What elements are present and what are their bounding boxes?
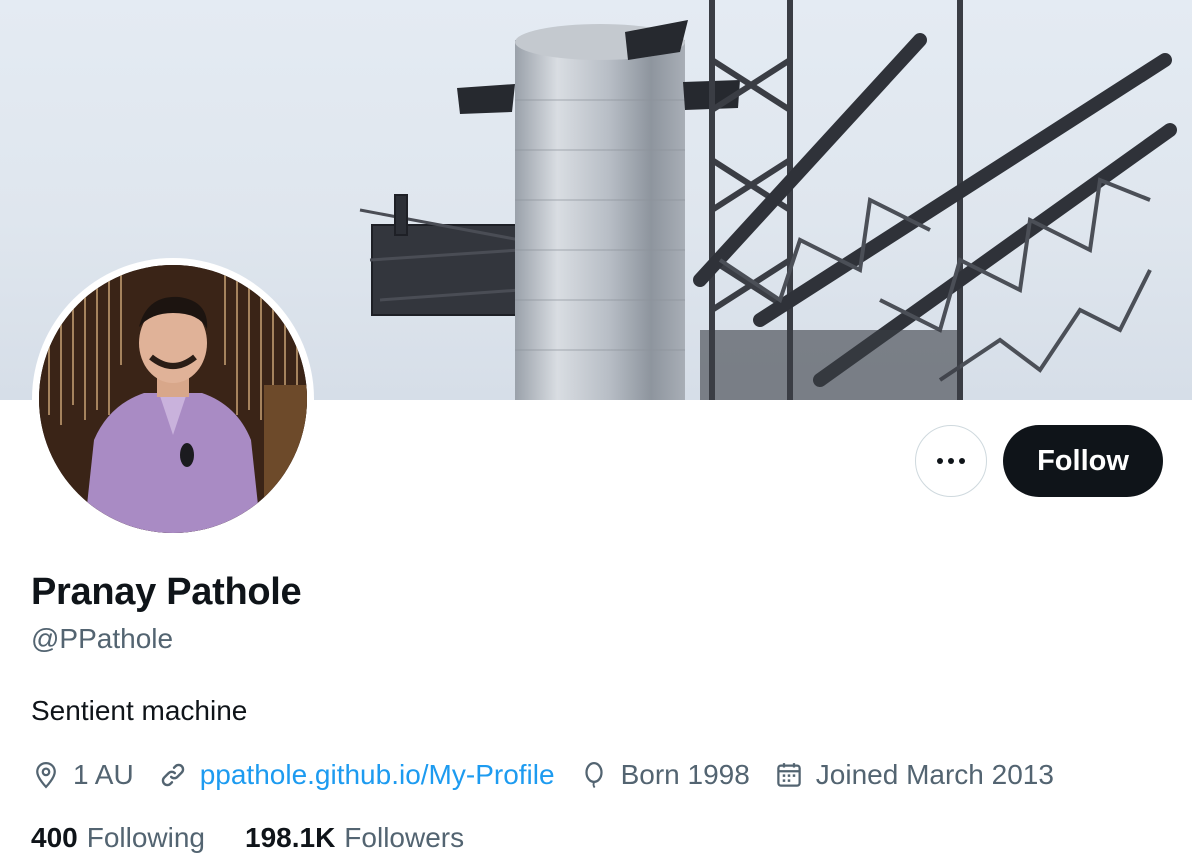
profile-stats-row: 400 Following 198.1K Followers bbox=[31, 820, 504, 856]
birthday-item: Born 1998 bbox=[579, 759, 750, 791]
followers-label: Followers bbox=[344, 822, 465, 853]
avatar-photo bbox=[39, 265, 307, 533]
location-text: 1 AU bbox=[73, 759, 134, 790]
following-label: Following bbox=[86, 822, 205, 853]
profile-meta-row: 1 AU ppathole.github.io/My-Profile Born … bbox=[31, 756, 1078, 794]
following-count: 400 bbox=[31, 822, 78, 853]
profile-avatar[interactable] bbox=[32, 258, 314, 540]
follow-button[interactable]: Follow bbox=[1003, 425, 1163, 497]
calendar-icon bbox=[777, 763, 801, 787]
display-name: Pranay Pathole bbox=[31, 571, 302, 613]
more-horizontal-icon bbox=[935, 458, 968, 464]
balloon-icon bbox=[584, 762, 603, 789]
location-pin-icon bbox=[36, 761, 56, 789]
website-link[interactable]: ppathole.github.io/My-Profile bbox=[200, 759, 555, 791]
joined-item: Joined March 2013 bbox=[774, 759, 1054, 791]
more-options-button[interactable] bbox=[915, 425, 987, 497]
joined-text: Joined March 2013 bbox=[815, 759, 1054, 790]
followers-link[interactable]: 198.1K Followers bbox=[245, 822, 464, 854]
website-item[interactable]: ppathole.github.io/My-Profile bbox=[158, 759, 555, 791]
profile-bio: Sentient machine bbox=[31, 695, 248, 726]
birthday-text: Born 1998 bbox=[620, 759, 750, 790]
location-item: 1 AU bbox=[31, 759, 134, 791]
following-link[interactable]: 400 Following bbox=[31, 822, 205, 854]
followers-count: 198.1K bbox=[245, 822, 336, 853]
user-handle: @PPathole bbox=[31, 623, 174, 654]
link-icon bbox=[161, 763, 184, 787]
